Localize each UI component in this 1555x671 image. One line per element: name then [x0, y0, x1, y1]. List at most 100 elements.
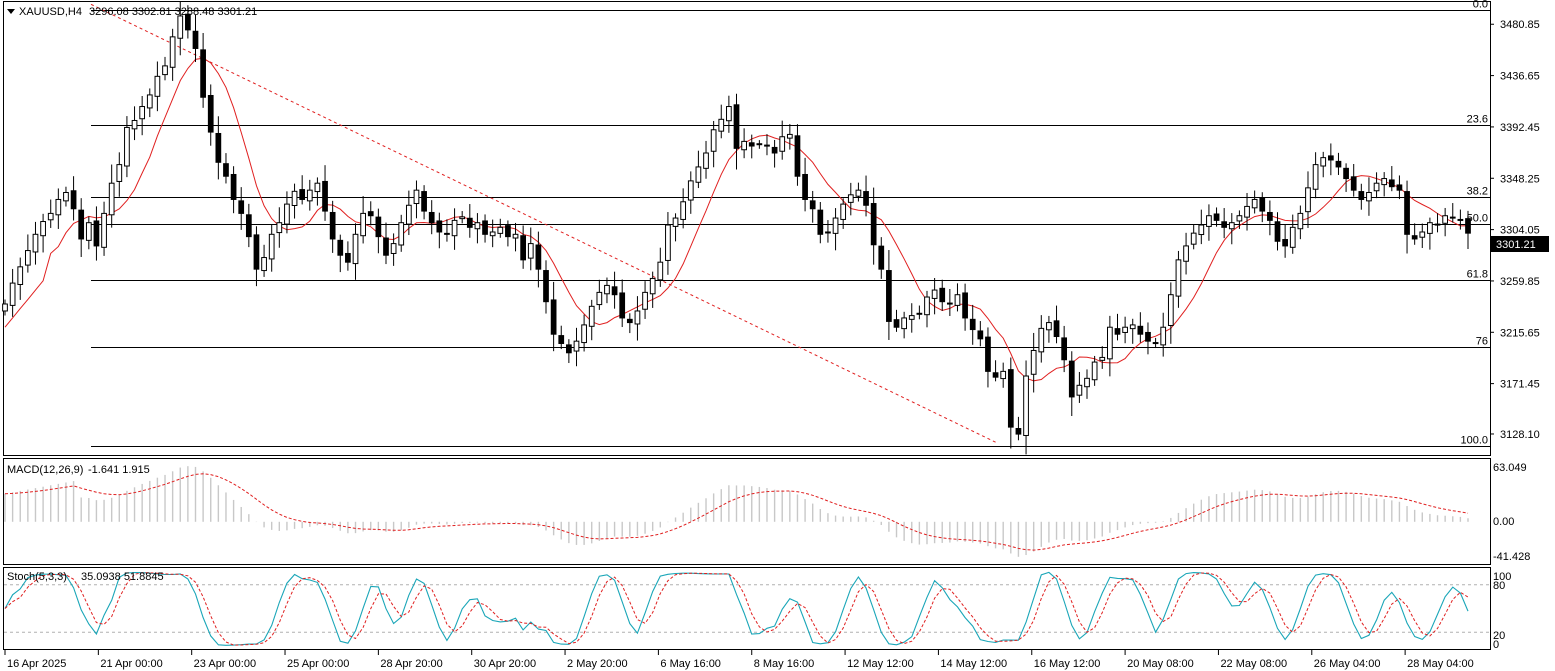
macd-axis-bottom: -41.428: [1493, 551, 1530, 563]
candle-body: [1061, 337, 1068, 361]
candle-body: [1289, 226, 1296, 248]
candle-body: [284, 203, 290, 225]
time-tick-label: 16 May 12:00: [1034, 658, 1101, 670]
candle-body: [726, 106, 732, 122]
candle-body: [748, 142, 755, 147]
candle-body: [642, 291, 648, 310]
candle-body: [32, 233, 39, 253]
candle-body: [1160, 326, 1167, 346]
candle-body: [1465, 218, 1471, 234]
candle-body: [916, 312, 923, 315]
candle-body: [93, 220, 100, 247]
candle-body: [1427, 222, 1433, 234]
candle-body: [1267, 211, 1273, 221]
candle-body: [207, 95, 214, 133]
candle-body: [444, 232, 450, 235]
price-tick-label: 3348.25: [1500, 173, 1540, 185]
candle-body: [17, 266, 24, 285]
macd-values: -1.641 1.915: [88, 464, 150, 476]
time-tick-label: 12 May 12:00: [847, 658, 914, 670]
price-tick-label: 3392.45: [1500, 122, 1540, 134]
candle-body: [108, 182, 115, 216]
macd-axis-zero: 0.00: [1493, 516, 1514, 528]
time-tick-label: 16 Apr 2025: [7, 658, 66, 670]
price-tick-label: 3128.10: [1500, 429, 1540, 441]
candle-body: [322, 180, 328, 212]
candle-body: [1228, 222, 1235, 230]
trading-chart[interactable]: 0.023.638.250.061.876100.0 3480.853436.6…: [0, 0, 1555, 671]
price-tick-label: 3304.05: [1500, 225, 1540, 237]
current-price-label: 3301.21: [1496, 239, 1536, 251]
candle-body: [1449, 216, 1456, 219]
candle-body: [901, 317, 907, 330]
candle-body: [360, 212, 366, 237]
candle-body: [1381, 178, 1388, 186]
candle-body: [1198, 224, 1205, 236]
price-tick-label: 3171.45: [1500, 379, 1540, 391]
candle-body: [855, 189, 862, 197]
candle-body: [459, 216, 466, 220]
candle-body: [588, 305, 595, 327]
candle-body: [276, 222, 283, 234]
candle-body: [779, 136, 786, 152]
candle-body: [908, 315, 915, 320]
candle-body: [177, 15, 184, 39]
time-tick-label: 6 May 16:00: [660, 658, 721, 670]
price-tick-label: 3436.65: [1500, 71, 1540, 83]
candle-body: [1411, 235, 1418, 240]
candle-body: [85, 222, 92, 241]
candle-body: [817, 209, 824, 235]
candle-body: [154, 75, 161, 97]
candle-body: [253, 234, 260, 270]
candle-body: [1114, 328, 1121, 335]
candle-body: [497, 226, 504, 234]
stoch-panel[interactable]: [3, 567, 1491, 650]
candle-body: [345, 252, 351, 263]
candle-body: [1350, 176, 1357, 191]
candle-body: [1107, 326, 1113, 360]
candle-body: [505, 225, 511, 238]
candle-body: [1084, 377, 1090, 388]
candle-body: [1190, 232, 1197, 245]
candle-body: [703, 152, 709, 169]
candle-body: [405, 204, 412, 225]
candle-body: [1343, 167, 1349, 180]
candle-body: [969, 318, 976, 331]
candle-body: [741, 140, 747, 151]
candle-body: [436, 220, 443, 233]
candle-body: [1206, 215, 1212, 227]
time-tick-label: 2 May 20:00: [567, 658, 628, 670]
candle-body: [375, 216, 382, 238]
candle-body: [786, 133, 793, 139]
candle-body: [413, 189, 420, 205]
candle-body: [1457, 218, 1464, 221]
candle-body: [9, 282, 16, 306]
candle-body: [78, 209, 85, 240]
candle-body: [1312, 164, 1319, 190]
candle-body: [893, 319, 900, 328]
stoch-axis-0: 0: [1493, 639, 1499, 651]
fib-label-5: 76: [1476, 336, 1488, 348]
candle-body: [527, 243, 534, 259]
candle-body: [306, 189, 313, 202]
candle-body: [1404, 191, 1410, 235]
candle-body: [809, 200, 816, 210]
price-axis: 3480.85 3436.65 3392.45 3348.25 3304.05 3259.…: [1490, 19, 1540, 441]
candle-body: [314, 182, 321, 193]
candle-body: [626, 318, 633, 324]
candle-body: [299, 189, 306, 200]
candle-body: [261, 257, 267, 272]
candle-body: [124, 126, 130, 167]
time-tick-label: 14 May 12:00: [940, 658, 1007, 670]
candle-body: [1442, 215, 1449, 224]
candle-body: [146, 94, 153, 109]
time-tick-label: 21 Apr 00:00: [100, 658, 162, 670]
candle-body: [1373, 182, 1380, 192]
candle-body: [985, 336, 991, 372]
stoch-axis-80: 80: [1493, 580, 1505, 592]
candle-body: [604, 284, 610, 295]
candle-body: [482, 220, 488, 235]
candle-body: [1335, 160, 1342, 168]
candle-body: [47, 212, 54, 221]
candle-body: [24, 250, 31, 266]
